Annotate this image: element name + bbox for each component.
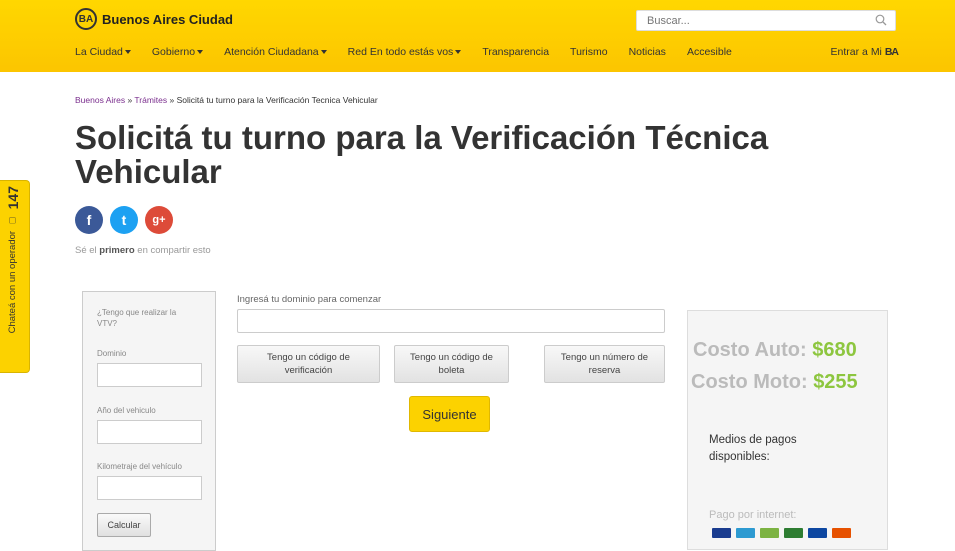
main-nav: La Ciudad Gobierno Atención Ciudadana Red E…: [75, 46, 753, 58]
payment-card-icon: [808, 528, 827, 538]
social-share: f t g+: [75, 206, 173, 234]
share-prefix: Sé el: [75, 245, 100, 256]
search-icon[interactable]: [875, 14, 887, 26]
caret-down-icon: [320, 50, 327, 55]
anio-input[interactable]: [97, 420, 202, 444]
nav-item-atenci-n-ciudadana[interactable]: Atención Ciudadana: [224, 46, 327, 58]
boleta-code-button[interactable]: Tengo un código de boleta: [394, 345, 509, 383]
nav-item-transparencia[interactable]: Transparencia: [482, 46, 549, 58]
facebook-icon[interactable]: f: [75, 206, 103, 234]
reserva-number-button[interactable]: Tengo un número de reserva: [544, 345, 665, 383]
login-link[interactable]: Entrar a Mi BA: [830, 46, 899, 58]
nav-item-accesible[interactable]: Accesible: [687, 46, 732, 58]
dominio-label: Dominio: [97, 349, 127, 358]
twitter-icon[interactable]: t: [110, 206, 138, 234]
payment-card-icon: [832, 528, 851, 538]
share-text: Sé el primero en compartir esto: [75, 245, 211, 256]
nav-item-label: Atención Ciudadana: [224, 46, 319, 58]
payment-logos: [712, 528, 851, 538]
nav-item-red-en-todo-est-s-vos[interactable]: Red En todo estás vos: [348, 46, 462, 58]
breadcrumb-home[interactable]: Buenos Aires: [75, 95, 125, 105]
nav-item-turismo[interactable]: Turismo: [570, 46, 608, 58]
share-bold: primero: [99, 245, 135, 256]
share-suffix: en compartir esto: [134, 245, 211, 256]
nav-item-label: Turismo: [570, 46, 608, 58]
caret-down-icon: [197, 50, 204, 55]
breadcrumb-separator: »: [167, 95, 177, 105]
cost-auto: Costo Auto: $680: [693, 339, 857, 362]
nav-item-label: Transparencia: [482, 46, 550, 58]
payment-card-icon: [712, 528, 731, 538]
caret-down-icon: [455, 50, 462, 55]
google-plus-icon[interactable]: g+: [145, 206, 173, 234]
nav-item-la-ciudad[interactable]: La Ciudad: [75, 46, 131, 58]
nav-item-label: Gobierno: [151, 46, 196, 58]
ba-logo-icon: BA: [75, 8, 97, 30]
site-logo[interactable]: BA Buenos Aires Ciudad: [75, 8, 233, 30]
breadcrumb-current: Solicitá tu turno para la Verificación T…: [176, 95, 378, 105]
verification-code-button[interactable]: Tengo un código de verificación: [237, 345, 380, 383]
breadcrumb: Buenos Aires » Trámites » Solicitá tu tu…: [75, 95, 378, 105]
nav-item-label: Red En todo estás vos: [347, 46, 454, 58]
caret-down-icon: [124, 50, 131, 55]
dominio-input[interactable]: [97, 363, 202, 387]
breadcrumb-separator: »: [125, 95, 135, 105]
payment-methods-title: Medios de pagos disponibles:: [709, 434, 797, 463]
payment-card-icon: [784, 528, 803, 538]
cost-moto: Costo Moto: $255: [691, 371, 858, 394]
internet-payment-label: Pago por internet:: [709, 509, 797, 521]
nav-item-label: La Ciudad: [75, 46, 123, 58]
chat-operator-label[interactable]: Chateá con un operador □ 147: [5, 186, 25, 333]
nav-item-gobierno[interactable]: Gobierno: [151, 46, 204, 58]
vtv-question: ¿Tengo que realizar la VTV?: [97, 308, 177, 328]
anio-label: Año del vehiculo: [97, 406, 156, 415]
calcular-button[interactable]: Calcular: [97, 513, 151, 537]
cost-auto-label: Costo Auto:: [693, 339, 813, 361]
nav-item-label: Accesible: [686, 46, 732, 58]
domain-label: Ingresá tu dominio para comenzar: [237, 294, 382, 305]
search-input[interactable]: [637, 11, 867, 31]
site-header: BA Buenos Aires Ciudad La Ciudad Gobierno…: [0, 0, 955, 72]
breadcrumb-tramites[interactable]: Trámites: [134, 95, 167, 105]
site-name: Buenos Aires Ciudad: [102, 11, 233, 27]
payment-card-icon: [760, 528, 779, 538]
search-box[interactable]: [636, 10, 896, 31]
siguiente-button[interactable]: Siguiente: [409, 396, 490, 432]
payment-card-icon: [736, 528, 755, 538]
cost-moto-label: Costo Moto:: [691, 371, 814, 393]
chat-number: 147: [5, 186, 21, 210]
page-title: Solicitá tu turno para la Verificación T…: [75, 119, 769, 190]
km-label: Kilometraje del vehículo: [97, 462, 182, 471]
chat-label: Chateá con un operador: [7, 230, 18, 334]
nav-item-label: Noticias: [628, 46, 666, 58]
nav-item-noticias[interactable]: Noticias: [629, 46, 666, 58]
mi-ba-logo: BA: [884, 46, 899, 58]
vtv-calculator-panel: ¿Tengo que realizar la VTV? Dominio Año …: [82, 291, 216, 551]
domain-input[interactable]: [237, 309, 665, 333]
login-prefix: Entrar a Mi: [830, 46, 882, 58]
cost-moto-value: $255: [813, 371, 858, 393]
km-input[interactable]: [97, 476, 202, 500]
cost-panel: Costo Auto: $680 Costo Moto: $255 Medios…: [687, 310, 888, 550]
chat-bubble-icon: □: [7, 212, 18, 229]
cost-auto-value: $680: [812, 339, 857, 361]
